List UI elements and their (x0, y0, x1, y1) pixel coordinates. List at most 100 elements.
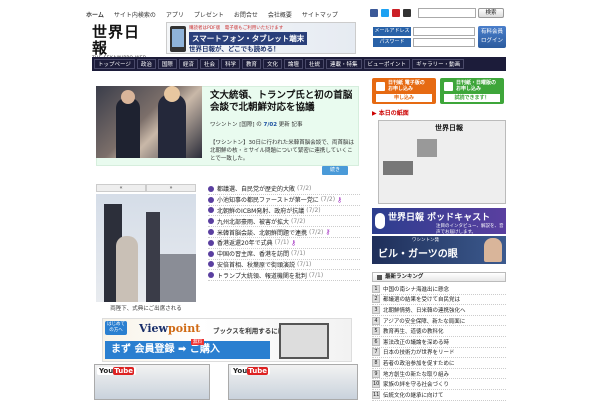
ranking-item[interactable]: 1 中国の南シナ海進出に懸念 (372, 284, 506, 295)
news-item[interactable]: 香港返還20年で式典 (7/1) ⚷ (208, 238, 360, 249)
bullet-icon (208, 239, 214, 246)
ranking-item[interactable]: 11 伝統文化の継承に向けて (372, 390, 506, 401)
meta-suffix: 更新 記事 (278, 122, 303, 128)
ranking-item[interactable]: 10 家族の絆を守る社会づくり (372, 379, 506, 390)
search-button[interactable]: 検索 (478, 8, 504, 18)
social-icons (370, 9, 411, 17)
rss-icon[interactable] (403, 9, 411, 17)
toplink-site-search[interactable]: サイト内検索の (114, 10, 156, 19)
rank-number: 7 (372, 348, 380, 357)
bullet-icon (208, 218, 214, 225)
site-logo[interactable]: 世界日報 THE SEKAINIPPO WEB (92, 24, 152, 61)
news-item[interactable]: 小池知事の都民ファーストが第一党に (7/2) ⚷ (208, 195, 360, 206)
news-title: 安倍首相、秋葉原で街頭演説 (217, 261, 296, 269)
news-item[interactable]: 米韓首脳会談、北朝鮮問題で連携 (7/2) ⚷ (208, 227, 360, 238)
ranking-item[interactable]: 9 地方創生の新たな取り組み (372, 369, 506, 380)
news-list: 都議選、自民党が歴史的大敗 (7/2) 小池知事の都民ファーストが第一党に (7/2)… (208, 184, 360, 282)
twitter-icon[interactable] (381, 9, 389, 17)
ranking-item[interactable]: 5 教育再生、道徳の教科化 (372, 326, 506, 337)
email-field[interactable] (413, 27, 475, 36)
news-item[interactable]: 都議選、自民党が歴史的大敗 (7/2) (208, 184, 360, 195)
photo-figure (116, 98, 140, 158)
ranking-item[interactable]: 3 北朝鮮情勢、日米韓の連携強化へ (372, 305, 506, 316)
ad-tag: はじめての方へ (105, 321, 127, 335)
toplink-contact[interactable]: お問合せ (234, 10, 258, 19)
password-field[interactable] (413, 38, 475, 47)
rank-number: 8 (372, 358, 380, 367)
login-button-line1: 有料会員 (480, 29, 503, 35)
box1-button[interactable]: 申し込み (376, 94, 432, 102)
brand-a: View (139, 322, 168, 335)
news-date: (7/2) (306, 206, 321, 214)
toplink-app[interactable]: アプリ (166, 10, 184, 19)
ranking-item[interactable]: 8 若者の政治参加を促すために (372, 358, 506, 369)
toplink-sitemap[interactable]: サイトマップ (302, 10, 338, 19)
nav-item-international[interactable]: 国際 (157, 59, 177, 69)
news-item[interactable]: 九州北部豪雨、被害が拡大 (7/2) (208, 216, 360, 228)
news-item[interactable]: トランプ大統領、報道機関を批判 (7/1) (208, 270, 360, 282)
nav-item-culture[interactable]: 文化 (262, 59, 282, 69)
facebook-icon[interactable] (370, 9, 378, 17)
email-label: メールアドレス (373, 27, 411, 36)
news-item[interactable]: 北朝鮮のICBM発射、政府が抗議 (7/2) (208, 206, 360, 217)
banner-sub-text: 世界日報が、どこでも読める！ (189, 45, 280, 53)
ranking-item[interactable]: 2 都議選の結果を受けて自民党は (372, 295, 506, 306)
paper-photo (383, 161, 413, 175)
ranking-item[interactable]: 7 日本の技術力が世界をリード (372, 348, 506, 359)
pinterest-icon[interactable] (392, 9, 400, 17)
gallery-caption[interactable]: 両陛下、式典にご出席される (96, 304, 196, 312)
nav-item-series[interactable]: 連載・特集 (326, 59, 362, 69)
rank-number: 3 (372, 305, 380, 314)
featured-meta: ワシントン [国際] の 7/02 更新 記事 (210, 120, 303, 128)
bill-gertz-banner[interactable]: ワシントン発 ビル・ガーツの眼 (372, 236, 506, 264)
read-more-button[interactable]: 続き (322, 166, 348, 175)
nav-item-society[interactable]: 社会 (199, 59, 219, 69)
digital-subscribe-box[interactable]: 日刊紙 電子版の お申し込み 申し込み (372, 78, 436, 104)
newspaper-front-page[interactable]: 世界日報 (378, 120, 506, 204)
mobile-app-banner[interactable]: 購読者はPDF版 電子版もご利用いただけます スマートフォン・タブレット端末 世… (166, 22, 356, 54)
laptop-icon (279, 323, 329, 359)
nav-item-editorial[interactable]: 社説 (305, 59, 325, 69)
news-item[interactable]: 中国の習主席、香港を訪問 (7/1) (208, 249, 360, 260)
featured-photo[interactable] (96, 86, 202, 158)
yt-logo-b: Tube (247, 367, 268, 375)
login-button[interactable]: 有料会員 ログイン (478, 26, 506, 48)
nav-item-science[interactable]: 科学 (220, 59, 240, 69)
podcast-banner[interactable]: 世界日報 ポッドキャスト 注目のインタビュー、解説を、音声でお届けします。 (372, 208, 506, 235)
nav-item-viewpoint[interactable]: ビューポイント (363, 59, 411, 69)
search-input[interactable] (418, 8, 476, 18)
toplink-company[interactable]: 会社概要 (268, 10, 292, 19)
house-icon (444, 82, 453, 91)
ranking-item[interactable]: 6 憲法改正の議論を深める時 (372, 337, 506, 348)
main-nav: トップページ 政治 国際 経済 社会 科学 教育 文化 論壇 社説 連載・特集 … (92, 57, 506, 71)
news-item[interactable]: 安倍首相、秋葉原で街頭演説 (7/1) (208, 260, 360, 271)
nav-item-education[interactable]: 教育 (241, 59, 261, 69)
gertz-title: ビル・ガーツの眼 (378, 249, 458, 260)
nav-item-politics[interactable]: 政治 (136, 59, 156, 69)
ad-cta: まず 会員登録 ➡ ご購入 (105, 341, 270, 359)
news-date: (7/2) (297, 185, 312, 193)
youtube-video-1[interactable]: YouTube (94, 364, 210, 400)
news-title: 北朝鮮のICBM発射、政府が抗議 (217, 207, 305, 215)
viewpoint-books-ad[interactable]: はじめての方へ Viewpoint ブックスを利用するには まず 会員登録 ➡ … (102, 318, 352, 362)
gallery-photo[interactable] (96, 194, 196, 302)
monitor-icon (376, 82, 385, 91)
nav-item-economy[interactable]: 経済 (178, 59, 198, 69)
gallery-next-button[interactable]: » (146, 184, 196, 192)
youtube-icon: YouTube (231, 367, 270, 375)
nav-item-gallery[interactable]: ギャラリー・動画 (412, 59, 465, 69)
youtube-video-2[interactable]: YouTube (228, 364, 358, 400)
ranking-item[interactable]: 4 アジアの安全保障、新たな局面に (372, 316, 506, 327)
nav-item-opinion[interactable]: 論壇 (284, 59, 304, 69)
nav-item-top[interactable]: トップページ (94, 59, 135, 69)
ranking-list: 1 中国の南シナ海進出に懸念 2 都議選の結果を受けて自民党は 3 北朝鮮情勢、日米韓の連… (372, 284, 506, 401)
paper-subscribe-box[interactable]: 日刊紙・日曜版の お申し込み 試読できます！ (440, 78, 504, 104)
rank-number: 10 (372, 380, 380, 389)
toplink-home[interactable]: ホーム (86, 10, 104, 19)
login-button-line2: ログイン (480, 38, 503, 44)
featured-title[interactable]: 文大統領、トランプ氏と初の首脳会談で北朝鮮対応を協議 (210, 90, 355, 114)
toplink-present[interactable]: プレゼント (194, 10, 224, 19)
gallery-prev-button[interactable]: « (96, 184, 146, 192)
box2-button[interactable]: 試読できます！ (444, 94, 500, 102)
viewpoint-logo: Viewpoint (139, 322, 200, 335)
